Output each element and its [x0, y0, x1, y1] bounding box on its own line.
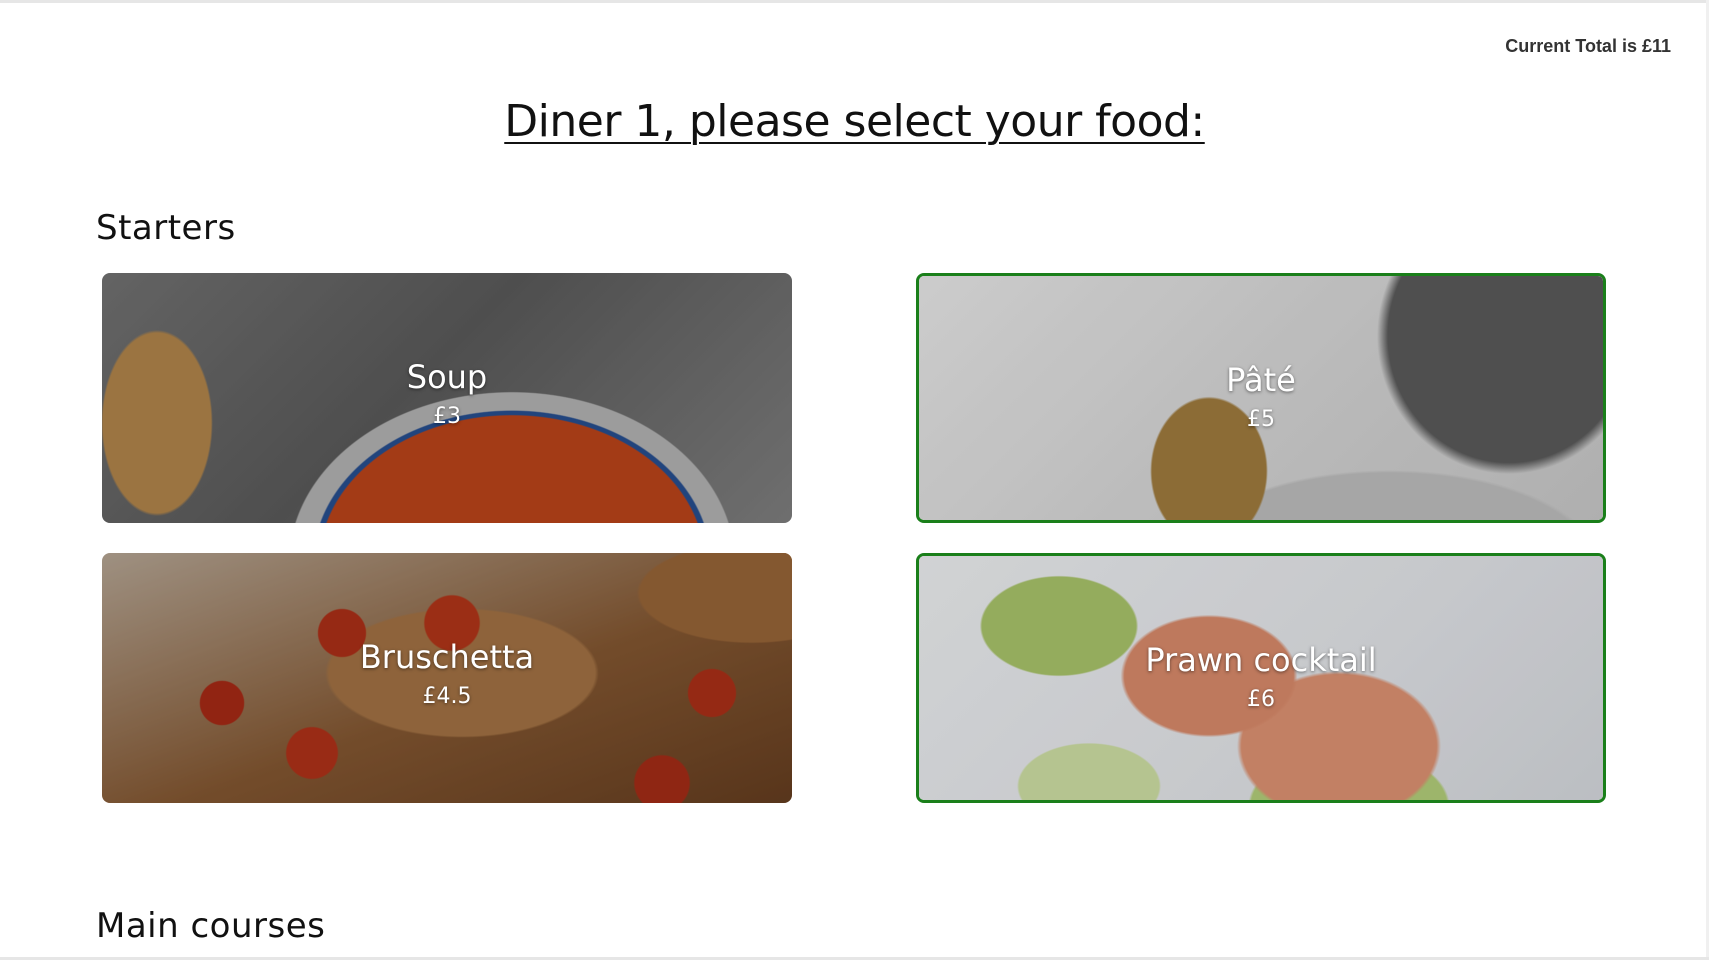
food-card-pate[interactable]: Pâté £5 [916, 273, 1606, 523]
food-price: £5 [1247, 407, 1275, 432]
food-name: Soup [406, 358, 488, 396]
food-card-bruschetta[interactable]: Bruschetta £4.5 [102, 553, 792, 803]
card-caption: Bruschetta £4.5 [102, 637, 792, 717]
card-caption: Prawn cocktail £6 [919, 640, 1603, 720]
food-name: Pâté [1226, 361, 1296, 399]
card-caption: Pâté £5 [919, 360, 1603, 440]
food-name: Bruschetta [359, 638, 535, 676]
page: Current Total is £11 Diner 1, please sel… [0, 0, 1709, 960]
top-divider [0, 0, 1709, 3]
section-title-main-courses: Main courses [96, 906, 326, 946]
food-card-prawn-cocktail[interactable]: Prawn cocktail £6 [916, 553, 1606, 803]
food-price: £4.5 [422, 684, 472, 709]
food-price: £3 [433, 404, 461, 429]
food-card-soup[interactable]: Soup £3 [102, 273, 792, 523]
card-caption: Soup £3 [102, 357, 792, 437]
page-title: Diner 1, please select your food: [504, 96, 1205, 147]
food-name: Prawn cocktail [1145, 641, 1377, 679]
section-title-starters: Starters [96, 208, 236, 248]
food-price: £6 [1247, 687, 1275, 712]
current-total: Current Total is £11 [1505, 36, 1671, 56]
